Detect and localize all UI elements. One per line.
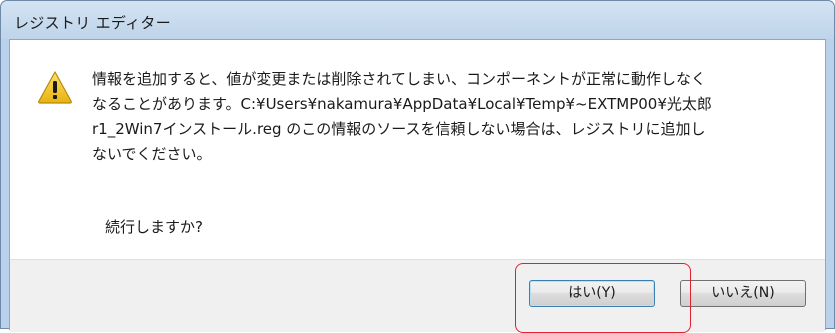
yes-button[interactable]: はい(Y)	[529, 280, 655, 307]
dialog-client-area: 情報を追加すると、値が変更または削除されてしまい、コンポーネントが正常に動作しな…	[9, 39, 826, 332]
title-bar[interactable]: レジストリ エディター	[1, 1, 834, 39]
window-title: レジストリ エディター	[14, 14, 172, 32]
warning-icon	[37, 70, 73, 104]
button-bar: はい(Y) いいえ(N)	[10, 259, 825, 332]
dialog-message: 情報を追加すると、値が変更または削除されてしまい、コンポーネントが正常に動作しな…	[92, 70, 712, 163]
dialog-question: 続行しますか?	[105, 218, 203, 236]
dialog-window: レジストリ エディター 情報を追加すると、値が変更または削除されてしまい、コンポ…	[0, 0, 835, 332]
no-button[interactable]: いいえ(N)	[680, 280, 806, 307]
message-area: 情報を追加すると、値が変更または削除されてしまい、コンポーネントが正常に動作しな…	[10, 40, 825, 259]
